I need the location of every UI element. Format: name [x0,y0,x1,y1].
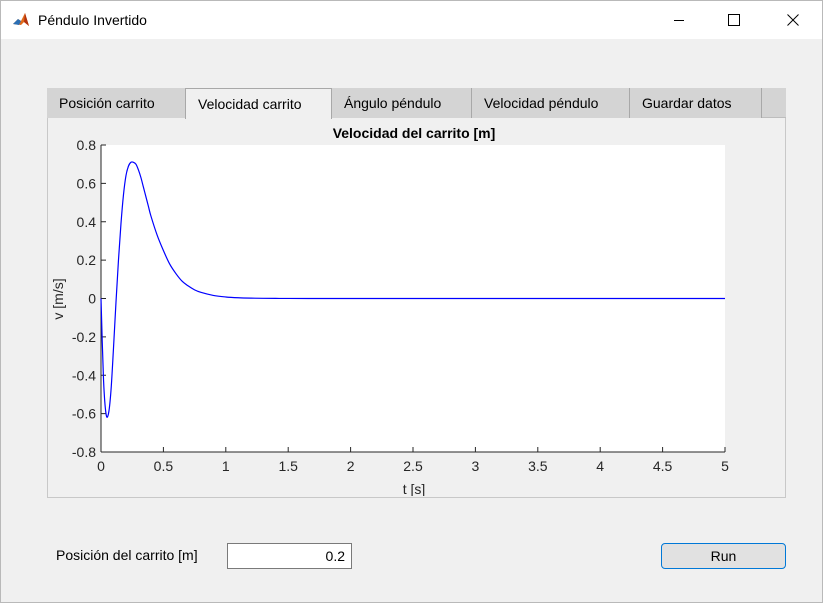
y-tick-label: 0.8 [77,137,97,153]
y-tick-label: -0.4 [72,367,96,383]
position-input[interactable]: 0.2 [227,543,352,569]
y-tick-label: -0.6 [72,406,96,422]
velocity-chart: Velocidad del carrito [m] 0 0.5 1 1.5 2 2.5 3 3… [50,125,729,496]
x-tick-label: 5 [721,458,729,474]
maximize-button[interactable] [711,1,757,39]
x-axis-label: t [s] [403,481,426,496]
close-button[interactable] [770,1,816,39]
y-tick-label: 0.2 [77,252,97,268]
tab-guardar-datos[interactable]: Guardar datos [630,88,762,118]
tab-posicion-carrito[interactable]: Posición carrito [47,88,186,118]
y-tick-label: -0.2 [72,329,96,345]
x-tick-label: 1 [222,458,230,474]
y-axis-label: v [m/s] [50,278,66,319]
x-tick-label: 2.5 [403,458,423,474]
tab-angulo-pendulo[interactable]: Ángulo péndulo [332,88,472,118]
x-tick-label: 4 [596,458,604,474]
y-tick-label: -0.8 [72,444,96,460]
x-tick-label: 0 [97,458,105,474]
matlab-icon [12,11,30,29]
y-tick-label: 0.6 [77,175,97,191]
x-tick-label: 3 [472,458,480,474]
tab-velocidad-pendulo[interactable]: Velocidad péndulo [472,88,630,118]
chart-title: Velocidad del carrito [m] [333,125,496,141]
minimize-icon [674,20,684,21]
position-label: Posición del carrito [m] [56,547,198,563]
run-button[interactable]: Run [661,543,786,569]
title-bar: Péndulo Invertido [1,1,822,39]
close-icon [787,14,799,26]
x-tick-label: 1.5 [278,458,298,474]
x-tick-label: 3.5 [528,458,548,474]
tab-strip: Posición carrito Velocidad carrito Ángul… [47,88,786,119]
y-tick-label: 0.4 [77,214,97,230]
window-title: Péndulo Invertido [38,12,147,28]
maximize-icon [728,14,740,26]
main-window: Péndulo Invertido Posición carrito Veloc… [0,0,823,603]
x-tick-label: 2 [347,458,355,474]
y-tick-label: 0 [88,291,96,307]
x-tick-label: 4.5 [653,458,673,474]
tab-velocidad-carrito[interactable]: Velocidad carrito [185,88,332,119]
x-tick-label: 0.5 [154,458,174,474]
minimize-button[interactable] [656,1,702,39]
